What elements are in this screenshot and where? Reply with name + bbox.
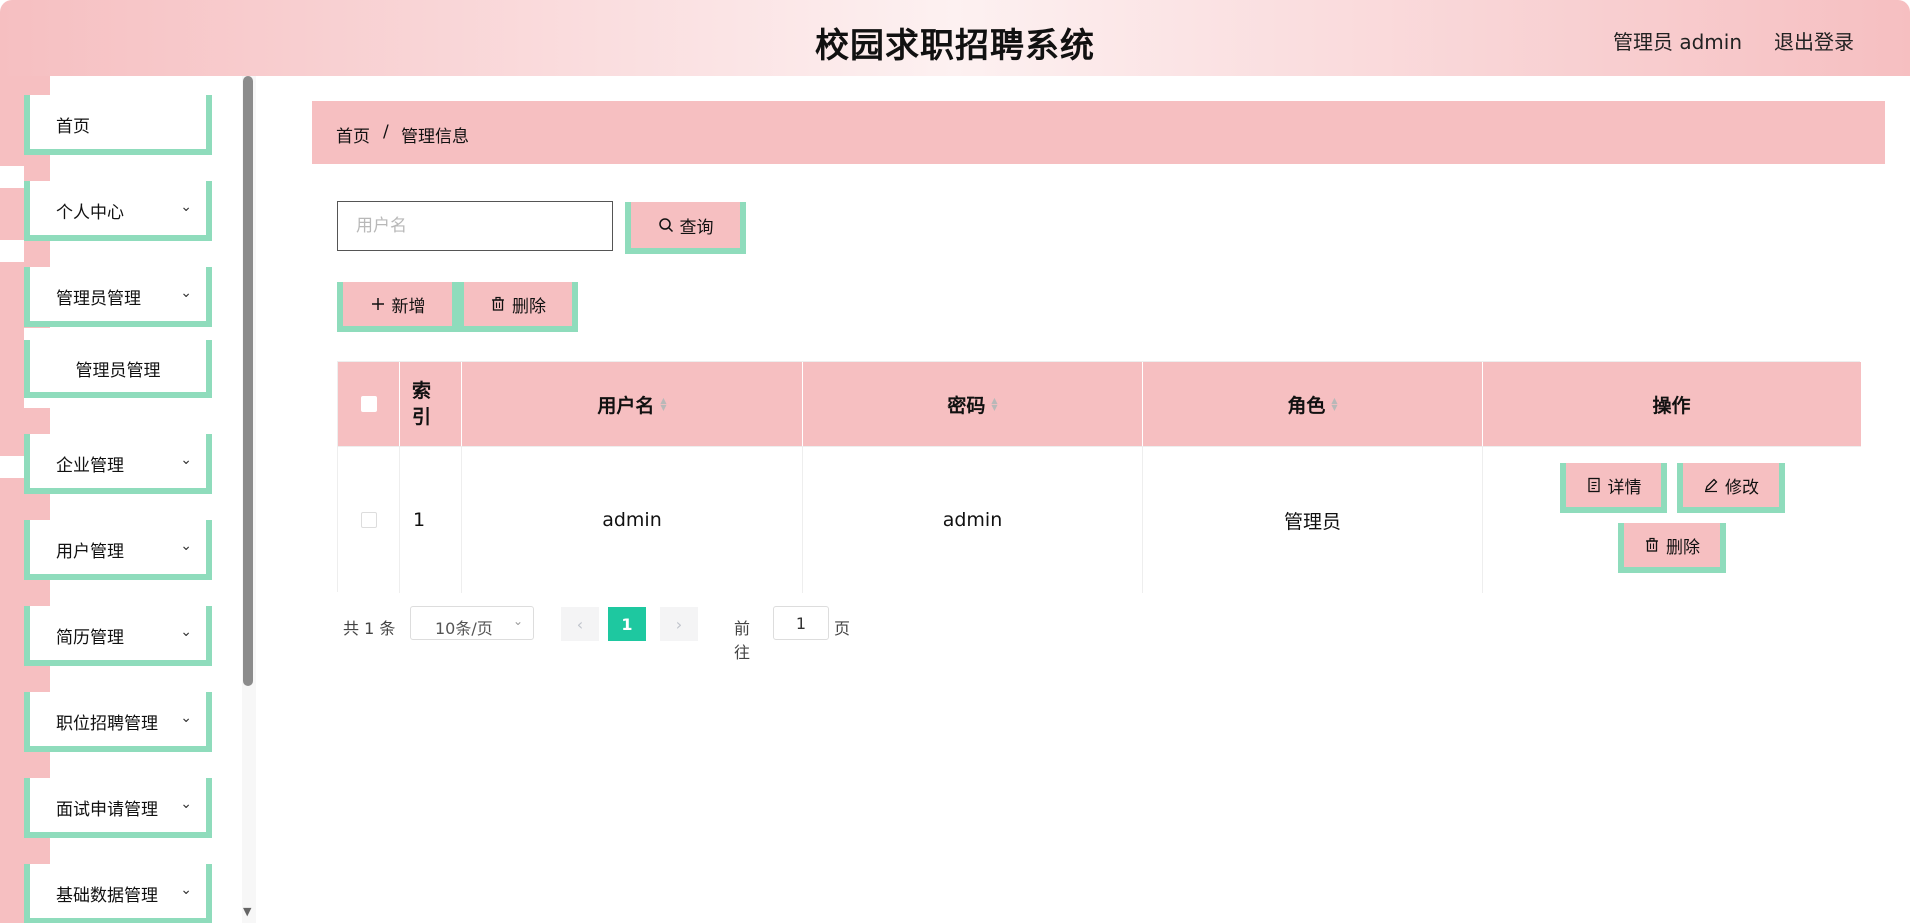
row-checkbox[interactable] [360,512,377,528]
column-header-label: 索引 [412,380,432,428]
cell-index: 1 [400,447,462,593]
batch-delete-button[interactable]: 删除 [458,282,578,332]
sort-icon[interactable]: ▲ ▼ [660,397,666,412]
column-header-username[interactable]: 用户名 ▲ ▼ [462,362,803,446]
goto-suffix-label: 页 [834,619,851,638]
sidebar-decor-notch [0,76,24,98]
sidebar-item-enterprise-management[interactable]: 企业管理 ⌄ [24,434,212,494]
row-delete-button[interactable]: 删除 [1618,523,1726,573]
sidebar-item-base-data-management[interactable]: 基础数据管理 ⌄ [24,864,212,923]
goto-page-input[interactable] [773,606,829,640]
sidebar-scrollbar-thumb[interactable] [243,76,253,686]
chevron-down-icon: ⌄ [180,285,192,301]
sidebar-item-label: 个人中心 [56,203,124,223]
breadcrumb: 首页 / 管理信息 [312,101,1885,164]
chevron-down-icon: ⌄ [180,624,192,640]
detail-button-label: 详情 [1607,477,1642,498]
page-number-current[interactable]: 1 [608,607,646,641]
sidebar-item-admin-management[interactable]: 管理员管理 ⌄ [24,267,212,327]
chevron-left-icon: ‹ [576,614,584,634]
chevron-down-icon: ⌄ [180,538,192,554]
edit-pencil-icon [1705,478,1718,493]
username-search-input[interactable] [337,201,613,251]
sidebar-decor-notch [0,456,24,478]
cell-password: admin [803,447,1143,593]
edit-button[interactable]: 修改 [1677,463,1785,513]
sidebar-decor-notch [0,166,24,188]
column-header-index: 索引 [400,362,462,446]
sidebar-item-label: 用户管理 [56,542,124,562]
column-header-role[interactable]: 角色 ▲ ▼ [1143,362,1483,446]
column-header-password[interactable]: 密码 ▲ ▼ [803,362,1143,446]
page-size-value: 10条/页 [435,619,493,638]
detail-button[interactable]: 详情 [1560,463,1667,513]
chevron-right-icon: › [675,614,683,634]
goto-prefix-label: 前往 [734,619,751,662]
submenu-item-admin-management[interactable]: 管理员管理 [24,340,212,398]
cell-username: admin [462,447,803,593]
sidebar-item-label: 企业管理 [56,456,124,476]
table-header: 索引 用户名 ▲ ▼ 密码 ▲ ▼ 角色 ▲ ▼ 操作 [338,362,1861,446]
plus-icon [371,298,384,310]
add-button-label: 新增 [391,296,426,317]
sidebar-item-label: 职位招聘管理 [56,714,158,734]
batch-delete-button-label: 删除 [512,296,546,317]
breadcrumb-current: 管理信息 [401,127,469,147]
app-header: 校园求职招聘系统 管理员 admin 退出登录 [0,0,1910,76]
sidebar-item-label: 面试申请管理 [56,800,158,820]
document-icon [1587,477,1600,493]
sidebar-item-interview-management[interactable]: 面试申请管理 ⌄ [24,778,212,838]
sidebar-item-label: 管理员管理 [56,289,141,309]
sort-icon[interactable]: ▲ ▼ [991,397,997,412]
add-button[interactable]: 新增 [337,282,458,332]
column-header-label: 角色 [1287,394,1326,417]
sidebar-item-user-management[interactable]: 用户管理 ⌄ [24,520,212,580]
sidebar-item-job-management[interactable]: 职位招聘管理 ⌄ [24,692,212,752]
chevron-down-icon: ⌄ [180,796,192,812]
submenu-item-label: 管理员管理 [75,361,161,381]
pagination-total: 共 1 条 [343,619,396,638]
column-header-label: 用户名 [597,394,655,417]
chevron-down-icon: ⌄ [180,710,192,726]
chevron-down-icon: ⌄ [180,452,192,468]
column-header-label: 操作 [1652,394,1691,417]
sidebar-item-label: 首页 [56,117,90,137]
current-user-label: 管理员 admin [1612,30,1742,54]
scroll-down-arrow-icon[interactable]: ▼ [243,905,251,918]
edit-button-label: 修改 [1725,477,1759,498]
cell-role: 管理员 [1143,447,1483,593]
breadcrumb-separator: / [383,122,389,142]
search-button[interactable]: 查询 [625,202,746,254]
sidebar-item-personal-center[interactable]: 个人中心 ⌄ [24,181,212,241]
page-size-select[interactable]: 10条/页 ⌄ [410,606,534,640]
sidebar: 首页 个人中心 ⌄ 管理员管理 ⌄ 管理员管理 企业管理 ⌄ 用户管理 ⌄ 简历… [0,76,256,923]
column-header-operations: 操作 [1483,362,1860,446]
sidebar-item-label: 简历管理 [56,628,124,648]
trash-icon [492,296,504,311]
logout-link[interactable]: 退出登录 [1774,26,1854,55]
chevron-down-icon: ⌄ [180,199,192,215]
search-icon [658,218,673,233]
search-button-label: 查询 [679,217,714,238]
select-all-checkbox[interactable] [360,396,377,412]
sidebar-item-label: 基础数据管理 [56,886,158,906]
chevron-down-icon: ⌄ [180,882,192,898]
row-delete-button-label: 删除 [1666,537,1700,558]
chevron-down-icon: ⌄ [512,614,523,628]
header-select-all-cell [338,362,400,446]
next-page-button[interactable]: › [660,607,698,641]
breadcrumb-home[interactable]: 首页 [336,122,370,147]
sidebar-decor-notch [0,240,24,262]
sidebar-item-home[interactable]: 首页 [24,95,212,155]
row-select-cell [338,447,400,593]
sidebar-item-resume-management[interactable]: 简历管理 ⌄ [24,606,212,666]
sort-icon[interactable]: ▲ ▼ [1331,397,1337,412]
trash-icon [1646,537,1658,552]
prev-page-button[interactable]: ‹ [561,607,599,641]
column-header-label: 密码 [947,394,986,417]
